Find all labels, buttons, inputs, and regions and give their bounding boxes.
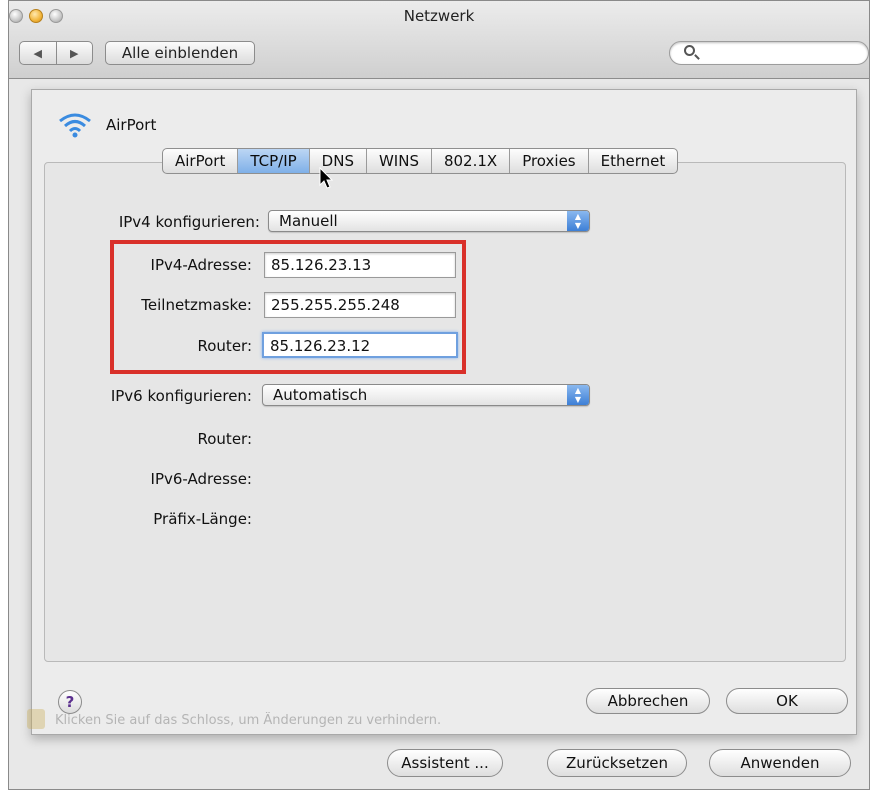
tab-airport[interactable]: AirPort	[163, 149, 239, 173]
interface-name: AirPort	[106, 116, 157, 134]
tab-wins[interactable]: WINS	[367, 149, 432, 173]
ok-button[interactable]: OK	[726, 688, 848, 714]
ipv4-config-popup[interactable]: Manuell ▲ ▼	[268, 210, 590, 232]
advanced-settings-sheet: AirPort AirPort TCP/IP DNS WINS 802.1X P…	[31, 89, 857, 735]
search-field[interactable]	[669, 41, 869, 65]
settings-tabs: AirPort TCP/IP DNS WINS 802.1X Proxies E…	[162, 148, 679, 174]
ipv6-config-label: IPv6 konfigurieren:	[110, 387, 252, 405]
ipv4-address-label: IPv4-Adresse:	[150, 256, 252, 274]
ipv6-config-value: Automatisch	[273, 386, 368, 404]
forward-button[interactable]: ▶	[55, 42, 93, 64]
lock-icon	[27, 709, 45, 729]
pointer-cursor-icon	[319, 167, 334, 189]
tab-ethernet[interactable]: Ethernet	[589, 149, 678, 173]
assistant-button[interactable]: Assistent ...	[387, 749, 503, 777]
window-title: Netzwerk	[403, 7, 475, 25]
cancel-button[interactable]: Abbrechen	[586, 688, 710, 714]
back-button[interactable]: ◀	[20, 42, 56, 64]
ipv6-config-popup[interactable]: Automatisch ▲ ▼	[262, 384, 590, 406]
revert-button[interactable]: Zurücksetzen	[547, 749, 687, 777]
popup-arrows-icon: ▲ ▼	[567, 211, 589, 231]
subnet-mask-field[interactable]: 255.255.255.248	[264, 292, 456, 318]
subnet-mask-label: Teilnetzmaske:	[141, 296, 252, 314]
ipv4-config-label: IPv4 konfigurieren:	[118, 213, 260, 231]
router-field[interactable]: 85.126.23.12	[262, 332, 458, 358]
title-bar: Netzwerk ◀ ▶ Alle einblenden	[9, 1, 869, 79]
back-forward-control: ◀ ▶	[19, 41, 93, 65]
tab-8021x[interactable]: 802.1X	[432, 149, 511, 173]
preferences-window: Netzwerk ◀ ▶ Alle einblenden AirPort Air…	[8, 0, 870, 790]
ipv4-address-field[interactable]: 85.126.23.13	[264, 252, 456, 278]
lock-hint-text: Klicken Sie auf das Schloss, um Änderung…	[55, 713, 442, 728]
popup-arrows-icon: ▲ ▼	[567, 385, 589, 405]
router-label: Router:	[197, 337, 253, 355]
wifi-icon	[59, 113, 91, 138]
apply-button[interactable]: Anwenden	[709, 749, 851, 777]
ipv4-config-value: Manuell	[279, 212, 338, 230]
tab-tcpip[interactable]: TCP/IP	[238, 149, 310, 173]
tab-content-area	[44, 162, 846, 662]
ipv6-router-label: Router:	[197, 430, 253, 448]
prefix-length-label: Präfix-Länge:	[153, 510, 252, 528]
tab-proxies[interactable]: Proxies	[510, 149, 589, 173]
search-icon	[684, 45, 695, 56]
ipv6-address-label: IPv6-Adresse:	[150, 470, 252, 488]
show-all-button[interactable]: Alle einblenden	[105, 41, 255, 65]
help-button[interactable]: ?	[58, 690, 82, 714]
